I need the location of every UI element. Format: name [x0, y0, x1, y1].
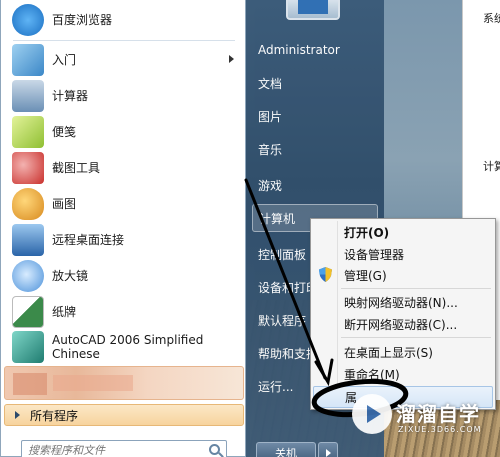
submenu-arrow-icon [229, 55, 234, 63]
user-picture[interactable] [286, 0, 340, 20]
all-programs-button[interactable]: 所有程序 [4, 404, 244, 426]
program-label: 计算器 [52, 89, 89, 103]
program-item-magnifier[interactable]: 放大镜 [6, 258, 242, 294]
program-label: 画图 [52, 197, 77, 211]
program-item-sticky-notes[interactable]: 便笺 [6, 114, 242, 150]
program-label: 入门 [52, 53, 77, 67]
search-input[interactable] [28, 443, 198, 457]
watermark-url: ZIXUE.3D66.COM [398, 425, 482, 434]
magnifier-icon [12, 260, 44, 292]
context-item-disconnect-network-drive[interactable]: 断开网络驱动器(C)... [313, 313, 493, 335]
places-item-games[interactable]: 游戏 [252, 171, 378, 199]
start-menu-programs-pane: 百度浏览器 入门 计算器 便笺 截图工具 画图 远程桌面连接 放大镜 纸牌 Au… [0, 0, 246, 457]
program-item-remote-desktop[interactable]: 远程桌面连接 [6, 222, 242, 258]
context-item-manage[interactable]: 管理(G) [313, 264, 493, 286]
program-label: 放大镜 [52, 269, 89, 283]
chevron-right-icon [326, 449, 331, 457]
getting-started-icon [12, 44, 44, 76]
solitaire-icon [12, 296, 44, 328]
places-item-pictures[interactable]: 图片 [252, 102, 378, 130]
search-box[interactable] [21, 440, 227, 457]
background-window-text: 系统 [483, 12, 500, 25]
program-item-baidu-browser[interactable]: 百度浏览器 [6, 2, 242, 38]
all-programs-label: 所有程序 [30, 408, 79, 423]
recent-program-blurred[interactable] [4, 366, 244, 400]
shutdown-button[interactable]: 关机 [256, 442, 316, 457]
divider [341, 337, 491, 338]
program-item-getting-started[interactable]: 入门 [6, 42, 242, 78]
context-item-open[interactable]: 打开(O) [313, 221, 493, 243]
program-label: 便笺 [52, 125, 77, 139]
program-label: 截图工具 [52, 161, 101, 175]
program-label: AutoCAD 2006 Simplified Chinese [52, 333, 204, 361]
shutdown-options-button[interactable] [318, 442, 338, 457]
places-item-documents[interactable]: 文档 [252, 69, 378, 97]
places-item-music[interactable]: 音乐 [252, 135, 378, 163]
context-item-show-on-desktop[interactable]: 在桌面上显示(S) [313, 341, 493, 363]
context-item-map-network-drive[interactable]: 映射网络驱动器(N)... [313, 291, 493, 313]
sticky-notes-icon [12, 116, 44, 148]
context-item-rename[interactable]: 重命名(M) [313, 363, 493, 385]
autocad-icon [12, 331, 44, 363]
program-label: 百度浏览器 [52, 13, 113, 27]
snipping-tool-icon [12, 152, 44, 184]
all-programs-arrow-icon [15, 411, 20, 419]
blur-block [53, 375, 133, 391]
blur-block [13, 373, 47, 395]
watermark-play-logo-icon [352, 394, 392, 434]
program-label: 纸牌 [52, 305, 77, 319]
background-window-text: 计算 [483, 160, 500, 173]
baidu-browser-icon [12, 4, 44, 36]
calculator-icon [12, 80, 44, 112]
program-label: 远程桌面连接 [52, 233, 125, 247]
places-item-administrator[interactable]: Administrator [252, 36, 378, 64]
program-item-paint[interactable]: 画图 [6, 186, 242, 222]
context-item-device-manager[interactable]: 设备管理器 [313, 243, 493, 265]
computer-context-menu: 打开(O) 设备管理器 管理(G) 映射网络驱动器(N)... 断开网络驱动器(… [310, 218, 496, 410]
computer-monitor-icon [298, 0, 328, 14]
divider [13, 40, 235, 41]
program-item-snipping-tool[interactable]: 截图工具 [6, 150, 242, 186]
remote-desktop-icon [12, 224, 44, 256]
program-item-calculator[interactable]: 计算器 [6, 78, 242, 114]
divider [341, 288, 491, 289]
search-icon [209, 444, 220, 455]
program-item-autocad[interactable]: AutoCAD 2006 Simplified Chinese [6, 330, 242, 364]
program-item-solitaire[interactable]: 纸牌 [6, 294, 242, 330]
watermark-name: 溜溜自学 [396, 402, 480, 426]
paint-icon [12, 188, 44, 220]
